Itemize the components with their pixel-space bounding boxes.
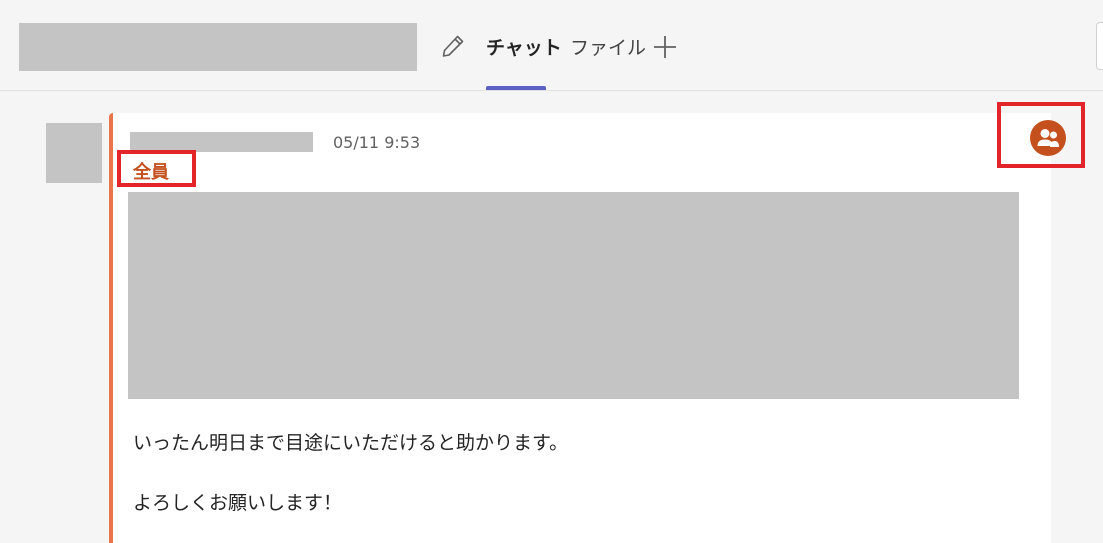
team-people-icon: [1030, 120, 1066, 156]
tab-files[interactable]: ファイル: [570, 34, 646, 62]
message-text-line: いったん明日まで目途にいただけると助かります。: [133, 432, 569, 454]
message-image-redacted[interactable]: [128, 192, 1019, 399]
message-text-line: よろしくお願いします！: [133, 492, 343, 514]
chat-header: チャット ファイル: [0, 0, 1103, 91]
mention-everyone-tag[interactable]: 全員: [133, 161, 169, 185]
tab-chat[interactable]: チャット: [486, 34, 562, 62]
sender-name-redacted: [130, 132, 313, 152]
plus-icon[interactable]: [652, 34, 678, 60]
active-tab-indicator: [486, 86, 546, 90]
message-timestamp: 05/11 9:53: [333, 133, 421, 152]
chat-title-redacted: [19, 23, 417, 71]
header-action-button[interactable]: [1096, 22, 1103, 70]
sender-avatar-redacted[interactable]: [46, 123, 102, 183]
pencil-icon[interactable]: [440, 33, 466, 59]
